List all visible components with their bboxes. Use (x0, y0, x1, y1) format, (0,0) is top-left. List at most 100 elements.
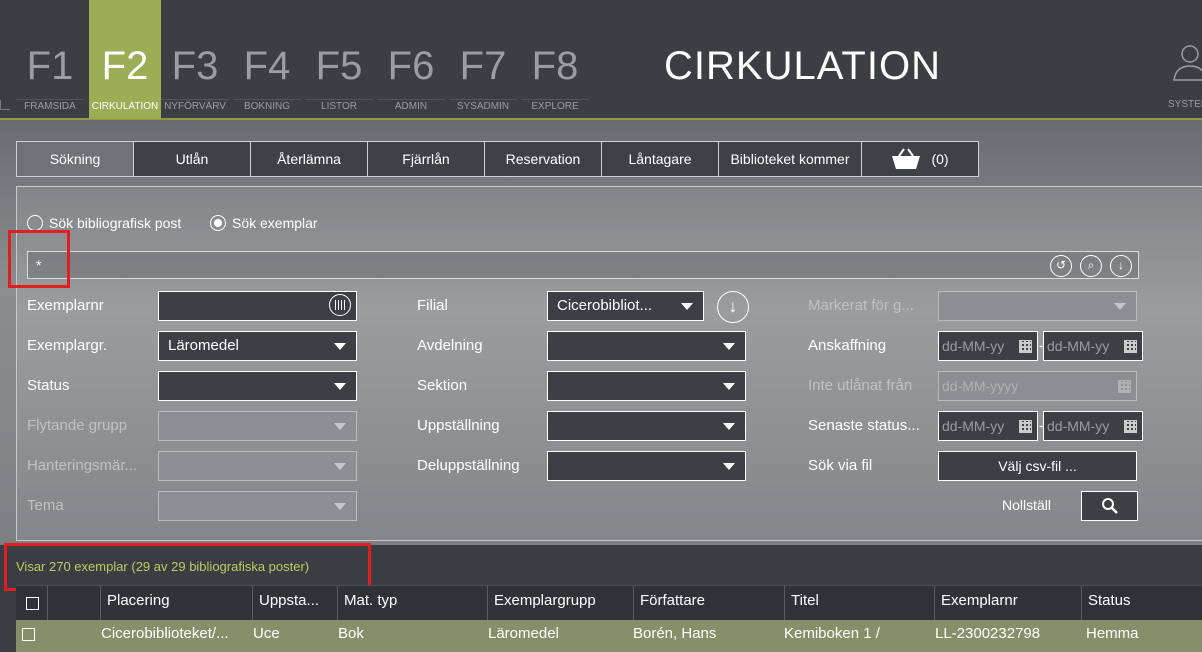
tab-basket[interactable]: (0) (862, 142, 978, 176)
radio-bibliographic[interactable]: Sök bibliografisk post (27, 215, 181, 231)
date-placeholder: dd-MM-yy (942, 418, 1005, 434)
row-checkbox[interactable] (22, 628, 35, 641)
radio-button[interactable] (27, 215, 43, 231)
radio-button-checked[interactable] (210, 215, 226, 231)
radio-exemplar[interactable]: Sök exemplar (210, 215, 318, 231)
chevron-down-icon (723, 463, 735, 470)
nav-divider (0, 119, 1202, 120)
nav-f4-bokning[interactable]: F4 BOKNING (231, 0, 303, 119)
tab-biblioteket-kommer[interactable]: Biblioteket kommer (719, 142, 862, 176)
cell-titel: Kemiboken 1 / (784, 625, 880, 642)
senaste-status-from-date[interactable]: dd-MM-yy (938, 411, 1038, 441)
avdelning-select[interactable] (547, 331, 746, 361)
uppstallning-select[interactable] (547, 411, 746, 441)
exemplargr-select[interactable]: Läromedel (158, 331, 357, 361)
chevron-down-icon (681, 303, 693, 310)
barcode-icon[interactable] (329, 294, 351, 316)
filial-select[interactable]: Cicerobibliot... (547, 291, 704, 321)
column-header-exemplarnr[interactable]: Exemplarnr (934, 586, 1081, 621)
chevron-down-icon (334, 503, 346, 510)
select-value: Läromedel (168, 337, 239, 354)
nav-f3-nyforvarv[interactable]: F3 NYFÖRVÄRV (159, 0, 231, 119)
anskaffning-to-date[interactable]: dd-MM-yy (1043, 331, 1143, 361)
nav-f6-admin[interactable]: F6 ADMIN (375, 0, 447, 119)
date-placeholder: dd-MM-yyyy (942, 378, 1019, 394)
senaste-status-to-date[interactable]: dd-MM-yy (1043, 411, 1143, 441)
nav-key: F6 (387, 44, 435, 88)
column-header-titel[interactable]: Titel (784, 586, 934, 621)
hanteringsmarkning-select (158, 451, 357, 481)
search-input[interactable]: * ↺ ⌕ ↓ (27, 251, 1139, 279)
cell-placering: Cicerobiblioteket/... (101, 625, 229, 642)
nav-label: ADMIN (377, 99, 445, 114)
chevron-down-icon (1114, 303, 1126, 310)
label-senaste-status: Senaste status... (808, 417, 920, 434)
search-button[interactable] (1081, 491, 1138, 521)
basket-count: (0) (931, 151, 949, 167)
date-placeholder: dd-MM-yy (1047, 418, 1110, 434)
nav-label: SYSADMIN (449, 99, 517, 114)
label-sok-via-fil: Sök via fil (808, 457, 873, 474)
tab-reservation[interactable]: Reservation (485, 142, 602, 176)
nav-key: F8 (531, 44, 579, 88)
system-button[interactable]: SYSTEM (1166, 40, 1202, 119)
system-label: SYSTEM (1168, 99, 1202, 110)
tab-lantagare[interactable]: Låntagare (602, 142, 719, 176)
label-filial: Filial (417, 297, 448, 314)
tab-utlan[interactable]: Utlån (134, 142, 251, 176)
main-panel: Sökning Utlån Återlämna Fjärrlån Reserva… (0, 120, 1202, 545)
column-header-forfattare[interactable]: Författare (633, 586, 784, 621)
deluppstallning-select[interactable] (547, 451, 746, 481)
calendar-icon[interactable] (1124, 420, 1137, 433)
column-header-placering[interactable]: Placering (100, 586, 252, 621)
nav-f2-cirkulation[interactable]: F2 CIRKULATION (89, 0, 161, 119)
search-icon (1101, 498, 1118, 514)
tab-fjarrlan[interactable]: Fjärrlån (368, 142, 485, 176)
calendar-icon[interactable] (1019, 420, 1032, 433)
nav-label: CIRKULATION (91, 99, 159, 112)
column-header-exemplargrupp[interactable]: Exemplargrupp (487, 586, 633, 621)
chevron-down-icon (334, 423, 346, 430)
calendar-icon[interactable] (1019, 340, 1032, 353)
label-sektion: Sektion (417, 377, 468, 394)
column-header-mat-typ[interactable]: Mat. typ (337, 586, 487, 621)
nav-f1-framsida[interactable]: F1 FRAMSIDA (14, 0, 86, 119)
date-placeholder: dd-MM-yy (942, 338, 1005, 354)
tema-select (158, 491, 357, 521)
label-tema: Tema (27, 497, 64, 514)
nav-key: F5 (315, 44, 363, 88)
markerat-select (938, 291, 1137, 321)
anskaffning-from-date[interactable]: dd-MM-yy (938, 331, 1038, 361)
nav-f5-listor[interactable]: F5 LISTOR (303, 0, 375, 119)
nav-f8-explore[interactable]: F8 EXPLORE (519, 0, 591, 119)
choose-csv-button[interactable]: Välj csv-fil ... (938, 451, 1137, 481)
radio-label: Sök exemplar (232, 215, 318, 231)
results-table-header: Placering Uppsta... Mat. typ Exemplargru… (16, 585, 1202, 621)
chevron-down-icon (723, 343, 735, 350)
nav-f7-sysadmin[interactable]: F7 SYSADMIN (447, 0, 519, 119)
search-panel: Sök bibliografisk post Sök exemplar * ↺ … (16, 186, 1202, 541)
tab-sokning[interactable]: Sökning (17, 142, 134, 176)
date-placeholder: dd-MM-yy (1047, 338, 1110, 354)
nav-label: BOKNING (233, 99, 301, 114)
status-select[interactable] (158, 371, 357, 401)
reset-button[interactable]: Nollställ (1002, 497, 1051, 513)
page-title: CIRKULATION (664, 44, 941, 88)
column-header-status[interactable]: Status (1081, 586, 1202, 621)
history-icon[interactable]: ↺ (1050, 255, 1072, 277)
select-value: Cicerobibliot... (557, 297, 653, 314)
table-row[interactable]: Cicerobiblioteket/... Uce Bok Läromedel … (16, 620, 1202, 652)
search-icon[interactable]: ⌕ (1080, 255, 1102, 277)
column-header-uppstallning[interactable]: Uppsta... (252, 586, 337, 621)
tab-aterlamna[interactable]: Återlämna (251, 142, 368, 176)
calendar-icon[interactable] (1124, 340, 1137, 353)
user-icon (1173, 45, 1202, 81)
exemplarnr-field[interactable] (158, 291, 357, 321)
sektion-select[interactable] (547, 371, 746, 401)
arrow-down-circle-icon[interactable]: ↓ (717, 291, 749, 323)
nav-label: EXPLORE (521, 99, 589, 114)
select-all-checkbox[interactable] (26, 597, 39, 610)
corner-decoration (0, 100, 10, 110)
basket-icon (892, 148, 921, 169)
download-icon[interactable]: ↓ (1110, 255, 1132, 277)
